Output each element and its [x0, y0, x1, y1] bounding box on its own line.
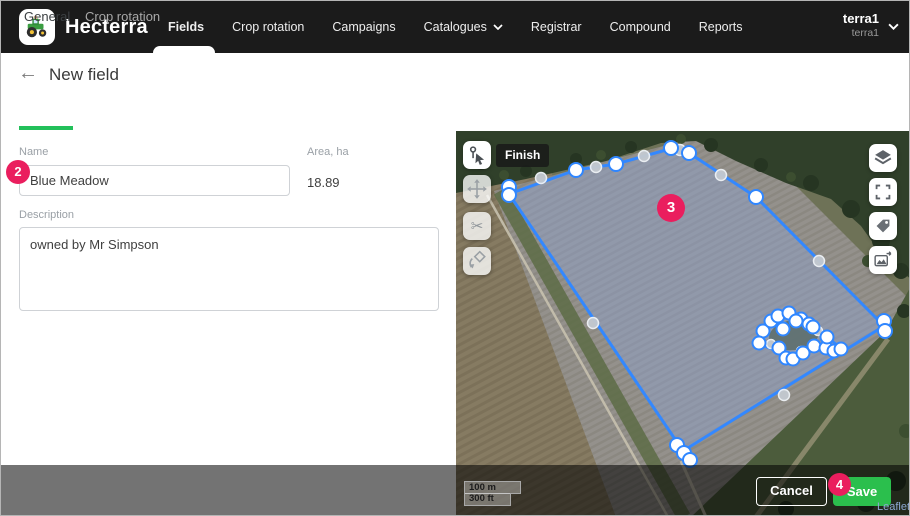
polygon-midpoint[interactable] [637, 149, 651, 163]
nav-crop-rotation[interactable]: Crop rotation [232, 20, 304, 34]
name-label: Name [19, 146, 49, 158]
nav-campaigns[interactable]: Campaigns [332, 20, 395, 34]
map-scale-imperial: 300 ft [464, 493, 511, 506]
chevron-down-icon [493, 24, 503, 30]
tag-icon [876, 219, 890, 233]
draw-polygon-tool-button[interactable] [463, 141, 491, 169]
nav-registrar[interactable]: Registrar [531, 20, 582, 34]
page-header [1, 53, 909, 98]
tab-crop-rotation[interactable]: Crop rotation [85, 9, 160, 24]
polygon-vertex[interactable] [501, 187, 517, 203]
pan-icon [467, 179, 487, 199]
layers-button[interactable] [869, 144, 897, 172]
description-input[interactable]: owned by Mr Simpson [19, 227, 439, 311]
page-title: New field [49, 65, 119, 84]
polygon-vertex[interactable] [806, 338, 822, 354]
polygon-vertex[interactable] [681, 145, 697, 161]
nav-fields[interactable]: Fields [168, 20, 204, 34]
labels-button[interactable] [869, 212, 897, 240]
rotate-tool-button[interactable] [463, 247, 491, 275]
polygon-vertex[interactable] [833, 341, 849, 357]
polygon-vertex[interactable] [805, 319, 821, 335]
tab-general[interactable]: General [24, 9, 70, 24]
polygon-vertex[interactable] [775, 321, 791, 337]
polygon-vertex[interactable] [568, 162, 584, 178]
nav-catalogues[interactable]: Catalogues [424, 20, 503, 34]
area-value: 18.89 [307, 175, 340, 190]
active-tab-notch [153, 46, 215, 53]
user-name: terra1 [842, 11, 879, 26]
polygon-vertex[interactable] [608, 156, 624, 172]
rotate-shape-icon [469, 250, 486, 269]
polygon-midpoint[interactable] [714, 168, 728, 182]
nav-catalogues-label: Catalogues [423, 20, 487, 34]
polygon-midpoint[interactable] [777, 388, 791, 402]
polygon-midpoint[interactable] [534, 171, 548, 185]
nav-compound[interactable]: Compound [610, 20, 671, 34]
finish-button[interactable]: Finish [496, 144, 550, 167]
area-label: Area, ha [307, 146, 349, 158]
polygon-midpoint[interactable] [812, 254, 826, 268]
polygon-vertex[interactable] [877, 323, 893, 339]
step-badge-name: 2 [6, 160, 30, 184]
back-arrow-icon[interactable]: ← [18, 62, 38, 84]
polygon-midpoint[interactable] [586, 316, 600, 330]
pan-tool-button[interactable] [463, 175, 491, 203]
polygon-vertex[interactable] [663, 140, 679, 156]
user-account: terra1 [851, 27, 879, 39]
image-export-icon [874, 251, 892, 267]
hecterra-window: Hecterra Fields Crop rotation Campaigns … [0, 0, 910, 516]
active-tab-underline [19, 126, 73, 130]
user-menu[interactable]: terra1 terra1 [843, 11, 879, 40]
description-label: Description [19, 209, 75, 221]
step-badge-save: 4 [828, 473, 851, 496]
draw-polygon-icon [469, 146, 485, 165]
layers-icon [874, 150, 892, 165]
name-input[interactable] [19, 165, 290, 196]
export-image-button[interactable] [869, 246, 897, 274]
main-nav: Fields Crop rotation Campaigns Catalogue… [168, 1, 743, 53]
polygon-vertex[interactable] [748, 189, 764, 205]
scissors-icon: ✂ [470, 218, 484, 235]
field-map[interactable]: ✂ Finish [456, 131, 910, 516]
fullscreen-icon [875, 184, 891, 200]
cut-tool-button[interactable]: ✂ [463, 212, 491, 240]
user-chevron-down-icon[interactable] [888, 23, 899, 30]
polygon-vertex[interactable] [788, 313, 804, 329]
form-tabs [1, 98, 909, 131]
polygon-vertex[interactable] [819, 329, 835, 345]
polygon-vertex[interactable] [751, 335, 767, 351]
cancel-button[interactable]: Cancel [756, 477, 827, 506]
leaflet-attribution[interactable]: Leaflet [877, 501, 909, 513]
nav-reports[interactable]: Reports [699, 20, 743, 34]
polygon-midpoint[interactable] [589, 160, 603, 174]
fullscreen-button[interactable] [869, 178, 897, 206]
field-map-svg[interactable] [456, 131, 910, 516]
step-badge-map: 3 [657, 194, 685, 222]
